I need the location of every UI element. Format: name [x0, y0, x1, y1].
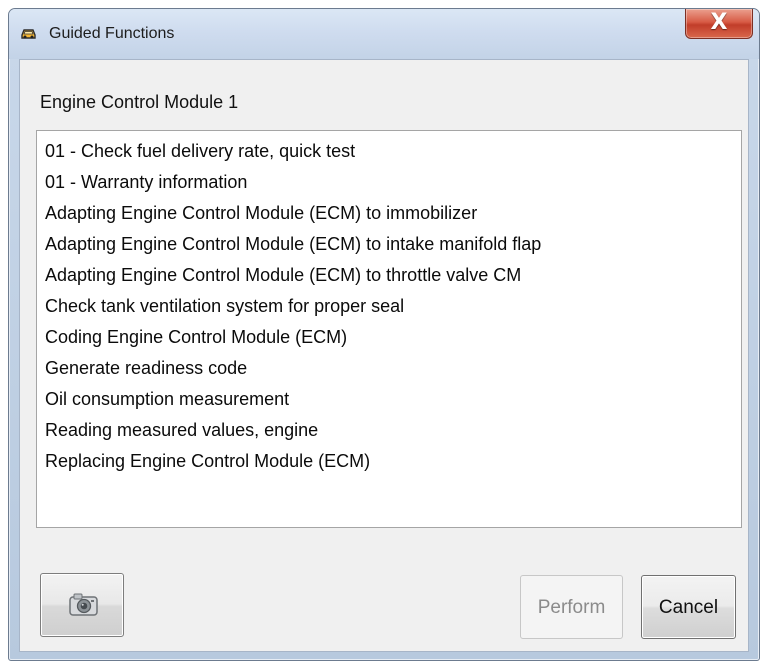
perform-button[interactable]: Perform	[520, 575, 623, 639]
guided-functions-list[interactable]: 01 - Check fuel delivery rate, quick tes…	[36, 130, 742, 528]
dialog-content: Engine Control Module 1 01 - Check fuel …	[19, 59, 749, 652]
car-icon	[21, 29, 36, 39]
camera-button[interactable]	[40, 573, 124, 637]
guided-functions-window: Guided Functions X Engine Control Module…	[8, 8, 760, 661]
list-item[interactable]: Reading measured values, engine	[45, 419, 741, 450]
list-item[interactable]: Coding Engine Control Module (ECM)	[45, 326, 741, 357]
close-button[interactable]: X	[685, 9, 753, 39]
list-item[interactable]: 01 - Check fuel delivery rate, quick tes…	[45, 140, 741, 171]
window-titlebar[interactable]: Guided Functions X	[9, 9, 759, 59]
module-title: Engine Control Module 1	[40, 92, 239, 112]
list-item[interactable]: Replacing Engine Control Module (ECM)	[45, 450, 741, 481]
close-icon: X	[710, 10, 728, 35]
list-item[interactable]: Adapting Engine Control Module (ECM) to …	[45, 202, 741, 233]
cancel-button[interactable]: Cancel	[641, 575, 736, 639]
window-title: Guided Functions	[49, 25, 175, 42]
list-item[interactable]: Check tank ventilation system for proper…	[45, 295, 741, 326]
list-item[interactable]: 01 - Warranty information	[45, 171, 741, 202]
list-item[interactable]: Adapting Engine Control Module (ECM) to …	[45, 264, 741, 295]
list-item[interactable]: Adapting Engine Control Module (ECM) to …	[45, 233, 741, 264]
camera-icon	[69, 593, 98, 616]
list-item[interactable]: Generate readiness code	[45, 357, 741, 388]
list-item[interactable]: Oil consumption measurement	[45, 388, 741, 419]
